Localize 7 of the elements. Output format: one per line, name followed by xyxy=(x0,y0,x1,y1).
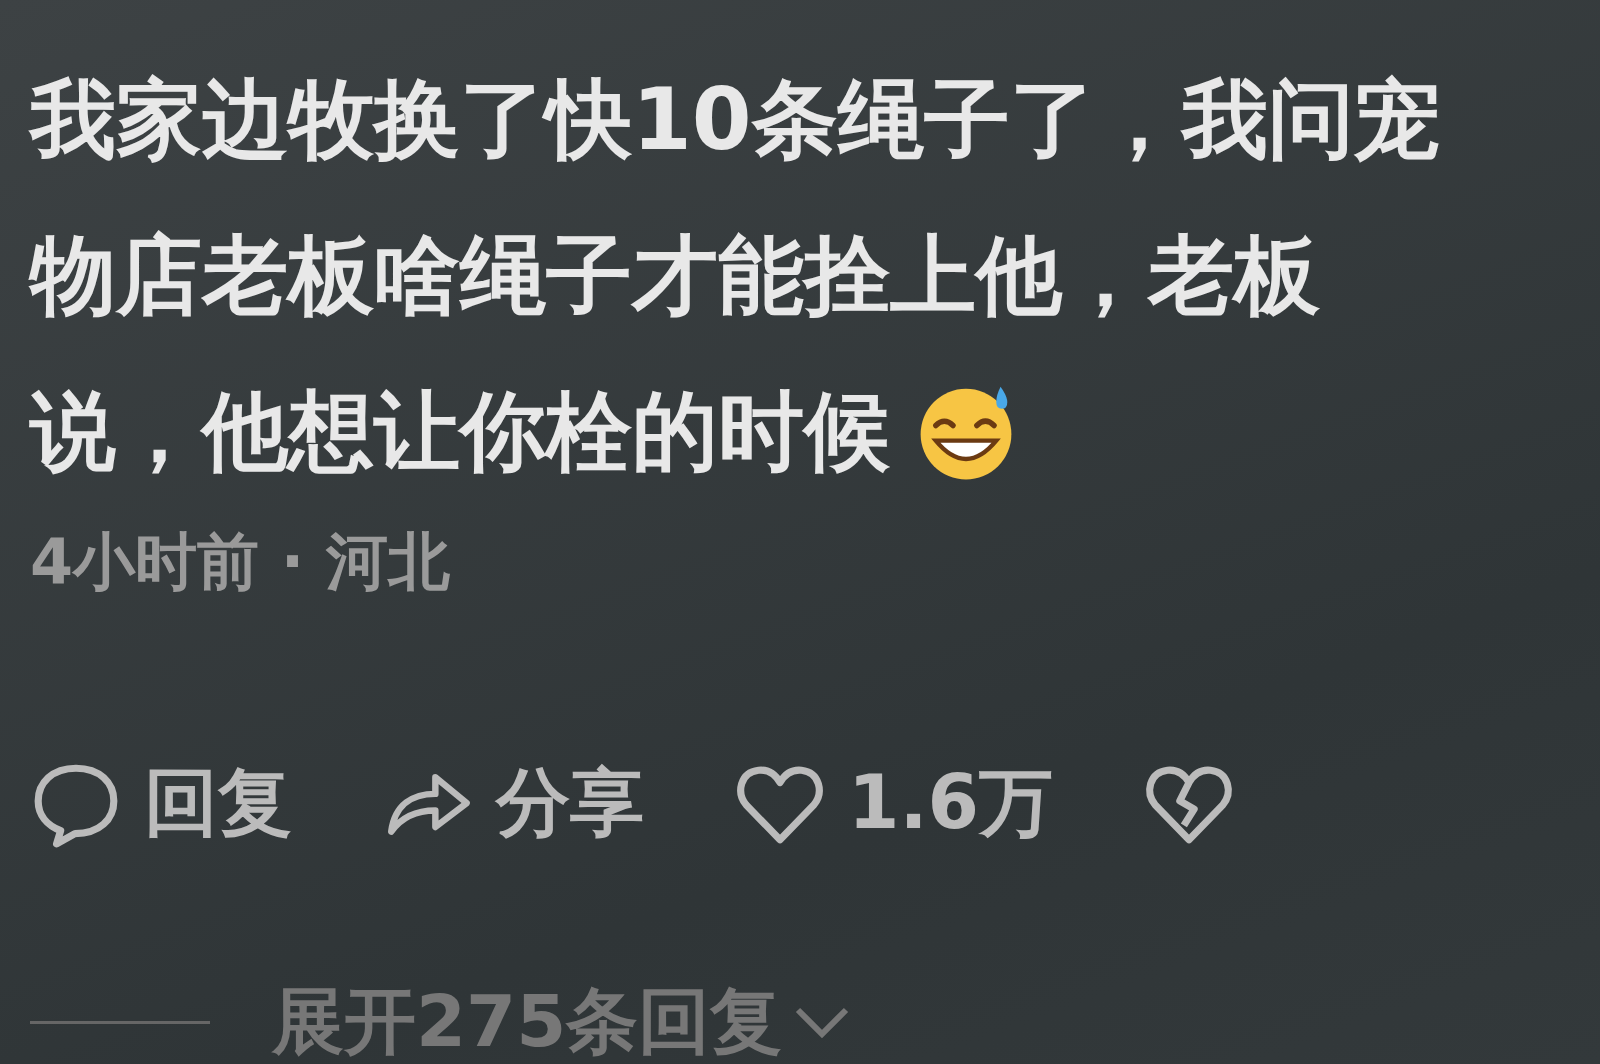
share-button[interactable]: 分享 xyxy=(382,754,644,854)
comment-meta: 4小时前 · 河北 xyxy=(30,524,451,600)
reply-button[interactable]: 回复 xyxy=(30,754,292,854)
comment-text-line: 说，他想让你栓的时候 xyxy=(30,380,890,484)
like-button[interactable]: 1.6万 xyxy=(734,754,1054,854)
comment-text-line: 我家边牧换了快10条绳子了，我问宠 xyxy=(30,68,1440,172)
comment-text-line: 物店老板啥绳子才能拴上他，老板 xyxy=(30,224,1320,328)
